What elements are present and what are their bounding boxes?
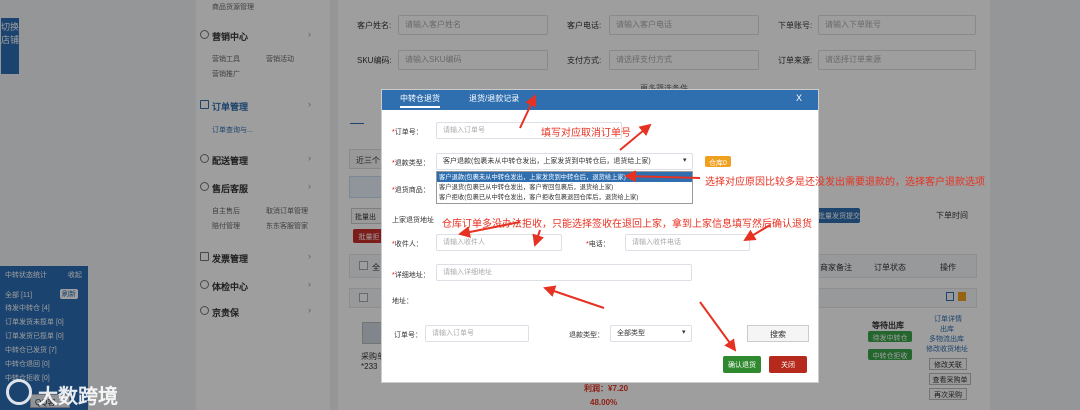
watermark-text: 大数跨境	[38, 386, 118, 408]
annotation-arrows	[458, 94, 771, 352]
watermark-logo	[6, 379, 32, 405]
